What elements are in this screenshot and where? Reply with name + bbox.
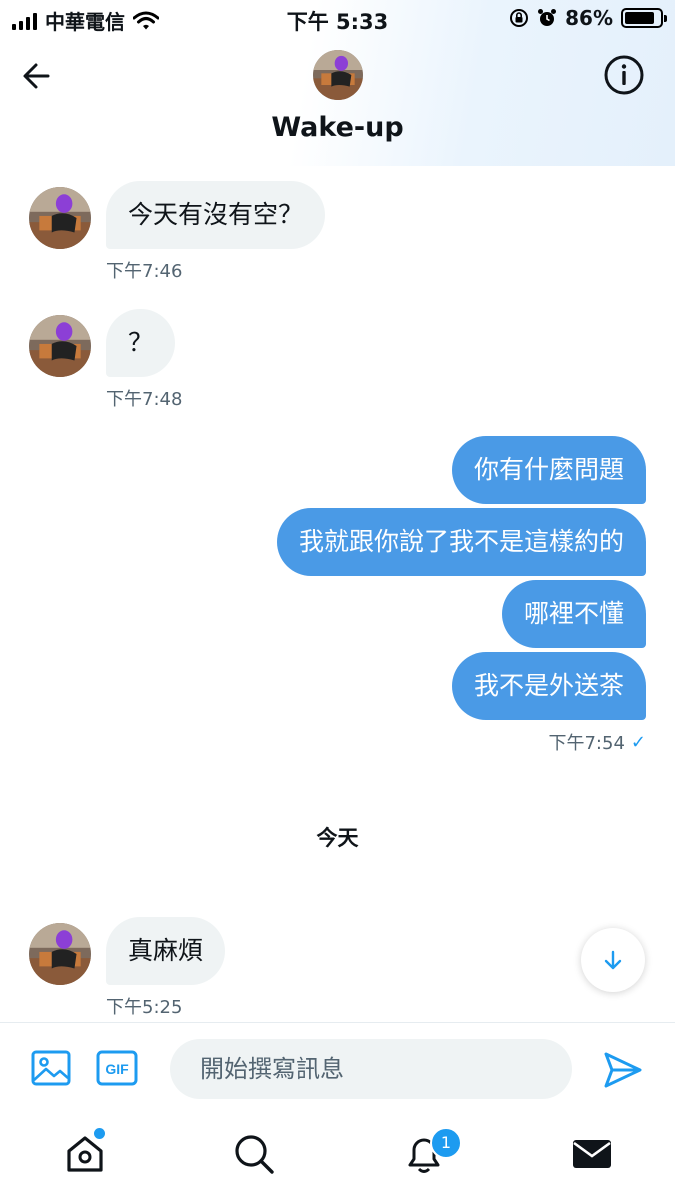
scroll-to-bottom-button[interactable] bbox=[581, 928, 645, 992]
avatar-photo bbox=[313, 50, 363, 100]
outgoing-message-bubble[interactable]: 哪裡不懂 bbox=[501, 580, 646, 648]
image-icon[interactable] bbox=[30, 1047, 72, 1089]
message-timestamp: 下午7:46 bbox=[106, 261, 183, 282]
sender-avatar[interactable] bbox=[29, 923, 91, 985]
send-icon[interactable] bbox=[602, 1049, 644, 1091]
search-icon[interactable] bbox=[232, 1132, 276, 1176]
sender-avatar[interactable] bbox=[29, 315, 91, 377]
message-timestamp: 下午7:54 bbox=[548, 733, 625, 754]
battery-fill bbox=[625, 12, 654, 24]
incoming-message-bubble[interactable]: 今天有沒有空？ bbox=[106, 181, 326, 249]
alarm-icon bbox=[538, 9, 557, 26]
sender-avatar[interactable] bbox=[29, 187, 91, 249]
back-arrow-icon[interactable] bbox=[18, 56, 58, 96]
battery-percent: 86% bbox=[565, 6, 613, 30]
header-avatar[interactable] bbox=[313, 50, 363, 100]
gif-label: GIF bbox=[105, 1061, 129, 1077]
avatar-photo bbox=[29, 315, 91, 377]
message-composer: GIF bbox=[0, 1022, 675, 1115]
conversation-title: Wake-up bbox=[271, 112, 404, 143]
outgoing-timestamp-row: 下午7:54 ✓ bbox=[548, 729, 646, 755]
arrow-down-icon bbox=[604, 950, 622, 970]
outgoing-message-bubble[interactable]: 我不是外送茶 bbox=[451, 652, 646, 720]
gif-icon[interactable]: GIF bbox=[96, 1050, 138, 1086]
bottom-tab-bar bbox=[0, 1114, 675, 1200]
message-timestamp: 下午7:48 bbox=[106, 389, 183, 410]
mail-icon[interactable] bbox=[570, 1132, 614, 1176]
orientation-lock-icon bbox=[510, 9, 529, 27]
status-bar: 中華電信 下午 5:33 86% bbox=[0, 0, 675, 38]
outgoing-message-bubble[interactable]: 你有什麼問題 bbox=[451, 436, 646, 504]
avatar-photo bbox=[29, 923, 91, 985]
status-right: 86% bbox=[509, 6, 667, 30]
battery-icon bbox=[621, 8, 667, 28]
info-icon[interactable] bbox=[603, 54, 645, 96]
incoming-message-bubble[interactable]: 真麻煩 bbox=[106, 917, 226, 985]
home-notification-dot bbox=[94, 1128, 105, 1139]
day-separator: 今天 bbox=[316, 826, 359, 850]
avatar-photo bbox=[29, 187, 91, 249]
incoming-message-bubble[interactable]: ？ bbox=[106, 309, 176, 377]
sent-check-icon: ✓ bbox=[630, 731, 646, 753]
message-input[interactable] bbox=[170, 1039, 572, 1099]
outgoing-message-bubble[interactable]: 我就跟你說了我不是這樣約的 bbox=[276, 508, 646, 576]
notification-badge: 1 bbox=[430, 1127, 462, 1159]
message-timestamp: 下午5:25 bbox=[106, 997, 183, 1018]
